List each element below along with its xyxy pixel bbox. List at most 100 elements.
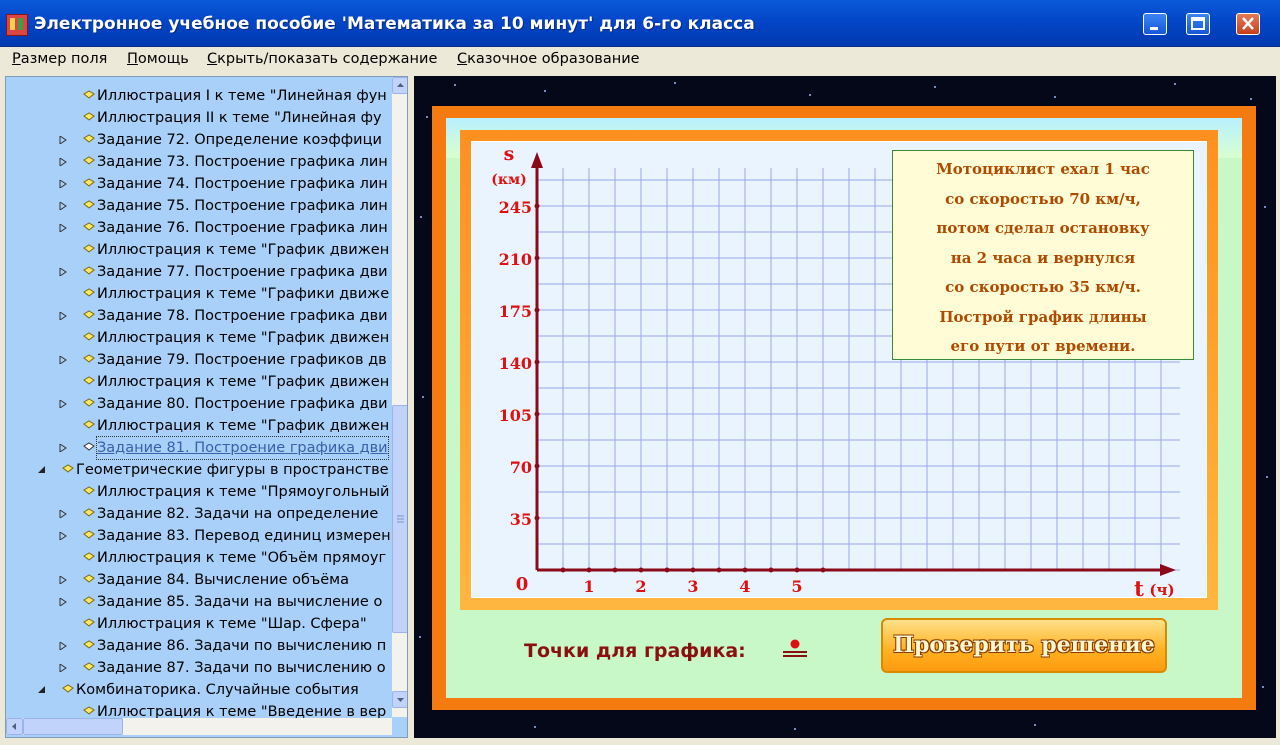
scroll-down-button[interactable]: [392, 691, 407, 708]
expand-triangle-icon[interactable]: [59, 312, 67, 320]
tree-item[interactable]: Задание 73. Построение графика лин: [6, 151, 392, 173]
tree-item[interactable]: Задание 77. Построение графика дви: [6, 261, 392, 283]
tree-item[interactable]: Иллюстрация II к теме "Линейная фу: [6, 107, 392, 129]
scroll-down-icon: [397, 698, 404, 702]
tree-item[interactable]: Иллюстрация к теме "График движен: [6, 371, 392, 393]
expand-triangle-icon[interactable]: [59, 202, 67, 210]
y-tick-label: 210: [499, 250, 532, 269]
maximize-button[interactable]: [1186, 13, 1210, 35]
expand-triangle-icon[interactable]: [59, 510, 67, 518]
tree-item[interactable]: Задание 85. Задачи на вычисление о: [6, 591, 392, 613]
tree-item[interactable]: Задание 83. Перевод единиц измерен: [6, 525, 392, 547]
tree-horizontal-scrollbar[interactable]: [6, 718, 392, 735]
book-icon: [83, 90, 95, 99]
tree-item[interactable]: Иллюстрация к теме "График движен: [6, 239, 392, 261]
menu-field-size[interactable]: Размер поля: [12, 51, 107, 67]
tree-item[interactable]: Задание 75. Построение графика лин: [6, 195, 392, 217]
tree-item[interactable]: Задание 72. Определение коэффици: [6, 129, 392, 151]
tree-item[interactable]: Задание 82. Задачи на определение: [6, 503, 392, 525]
tree-item[interactable]: Иллюстрация к теме "График движен: [6, 415, 392, 437]
expand-triangle-icon[interactable]: [59, 444, 67, 452]
y-axis-label: s: [504, 143, 515, 165]
close-button[interactable]: [1236, 13, 1260, 35]
expand-triangle-icon[interactable]: [59, 180, 67, 188]
scroll-left-icon: [12, 723, 16, 730]
menu-help[interactable]: Помощь: [127, 51, 189, 67]
app-icon: [6, 14, 28, 36]
collapse-triangle-icon[interactable]: [38, 466, 46, 474]
tree-item-label: Задание 84. Вычисление объёма: [97, 572, 349, 588]
tree-item-label: Иллюстрация к теме "График движен: [97, 242, 390, 258]
scroll-up-button[interactable]: [392, 77, 407, 94]
point-marker-icon[interactable]: [781, 634, 809, 662]
tree-item-label: Задание 80. Построение графика дви: [97, 396, 388, 412]
expand-triangle-icon[interactable]: [59, 576, 67, 584]
tree-item[interactable]: Иллюстрация к теме "График движен: [6, 327, 392, 349]
tree-item-label: Задание 81. Построение графика дви: [96, 436, 389, 460]
tree-item[interactable]: Задание 84. Вычисление объёма: [6, 569, 392, 591]
book-icon: [83, 134, 95, 143]
check-solution-button[interactable]: Проверить решение: [881, 618, 1167, 673]
y-tick-label: 140: [499, 354, 532, 373]
horizontal-scroll-thumb[interactable]: [23, 718, 123, 735]
tree-item-label: Геометрические фигуры в пространстве: [76, 462, 389, 478]
tree-item-label: Задание 79. Построение графиков дв: [97, 352, 387, 368]
tree-item[interactable]: Задание 74. Построение графика лин: [6, 173, 392, 195]
book-icon: [83, 596, 95, 605]
expand-triangle-icon[interactable]: [59, 664, 67, 672]
tree-item[interactable]: Задание 86. Задачи по вычислению п: [6, 635, 392, 657]
tree-item[interactable]: Задание 76. Построение графика лин: [6, 217, 392, 239]
x-tick: [560, 567, 566, 573]
scroll-thumb[interactable]: [392, 405, 407, 633]
menu-fairy-education[interactable]: Сказочное образование: [457, 51, 640, 67]
expand-triangle-icon[interactable]: [59, 356, 67, 364]
tree-item[interactable]: Иллюстрация к теме "Шар. Сфера": [6, 613, 392, 635]
y-axis-arrow: [531, 152, 543, 168]
minimize-button[interactable]: [1143, 13, 1167, 35]
plot-area[interactable]: 1 2 3 4 5 35 70 105 140 175 210 245 0 s (км) t (ч) Мотоц…: [471, 141, 1207, 598]
tree-item[interactable]: Задание 87. Задачи по вычислению о: [6, 657, 392, 679]
tree-item-label: Задание 82. Задачи на определение: [97, 506, 379, 522]
collapse-triangle-icon[interactable]: [38, 686, 46, 694]
tree-vertical-scrollbar[interactable]: [392, 77, 407, 717]
maximize-icon: [1191, 17, 1205, 30]
tree-item[interactable]: Комбинаторика. Случайные события: [6, 679, 392, 701]
tree-item-label: Иллюстрация к теме "График движен: [97, 374, 390, 390]
tree-item-label: Иллюстрация к теме "График движен: [97, 330, 390, 346]
expand-triangle-icon[interactable]: [59, 642, 67, 650]
tree-item-label: Задание 87. Задачи по вычислению о: [97, 660, 386, 676]
tree-item[interactable]: Иллюстрация к теме "Объём прямоуг: [6, 547, 392, 569]
star: [1174, 83, 1176, 85]
y-tick: [534, 203, 540, 209]
tree-item[interactable]: Задание 78. Построение графика дви: [6, 305, 392, 327]
expand-triangle-icon[interactable]: [59, 136, 67, 144]
x-tick-label: 2: [635, 577, 646, 596]
contents-tree[interactable]: Иллюстрация I к теме "Линейная фун Иллюст…: [5, 76, 408, 738]
tree-item[interactable]: Задание 79. Построение графиков дв: [6, 349, 392, 371]
tree-item[interactable]: Задание 80. Построение графика дви: [6, 393, 392, 415]
menu-toggle-contents[interactable]: Скрыть/показать содержание: [207, 51, 437, 67]
y-tick: [534, 359, 540, 365]
expand-triangle-icon[interactable]: [59, 598, 67, 606]
x-tick: [690, 567, 696, 573]
star: [1250, 98, 1252, 100]
tree-item[interactable]: Иллюстрация I к теме "Линейная фун: [6, 85, 392, 107]
task-line: на 2 часа и вернулся: [950, 248, 1136, 267]
expand-triangle-icon[interactable]: [59, 224, 67, 232]
x-tick-label: 1: [583, 577, 594, 596]
expand-triangle-icon[interactable]: [59, 158, 67, 166]
book-icon: [83, 508, 95, 517]
tree-item[interactable]: Иллюстрация к теме "Графики движе: [6, 283, 392, 305]
tree-item-label: Задание 78. Построение графика дви: [97, 308, 388, 324]
x-tick: [638, 567, 644, 573]
tree-item[interactable]: Геометрические фигуры в пространстве: [6, 459, 392, 481]
plot-frame: 1 2 3 4 5 35 70 105 140 175 210 245 0 s (км) t (ч) Мотоц…: [460, 130, 1218, 610]
scroll-left-button[interactable]: [6, 718, 23, 735]
tree-item[interactable]: Иллюстрация к теме "Прямоугольный: [6, 481, 392, 503]
title-bar[interactable]: Электронное учебное пособие 'Математика …: [0, 0, 1280, 47]
expand-triangle-icon[interactable]: [59, 400, 67, 408]
book-icon: [83, 288, 95, 297]
expand-triangle-icon[interactable]: [59, 532, 67, 540]
expand-triangle-icon[interactable]: [59, 268, 67, 276]
tree-item[interactable]: Задание 81. Построение графика дви: [6, 436, 392, 460]
